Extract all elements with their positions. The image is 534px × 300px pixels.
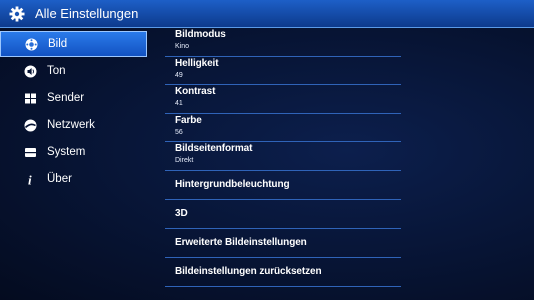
settings-panel: Bild Ton Sender Netzwerk System i Über B…	[0, 28, 534, 300]
setting-value: 49	[175, 71, 183, 79]
setting-value: Direkt	[175, 157, 194, 164]
svg-text:i: i	[28, 173, 32, 186]
setting-bildeinstellungen-zuruecksetzen[interactable]: Bildeinstellungen zurücksetzen	[165, 258, 401, 287]
sidebar-item-ueber[interactable]: i Über	[0, 166, 147, 192]
sidebar-item-label: Über	[47, 173, 72, 185]
setting-label: Hintergrundbeleuchtung	[175, 179, 290, 190]
sidebar-item-label: Ton	[47, 65, 66, 77]
info-icon: i	[23, 172, 37, 186]
picture-settings-icon	[24, 37, 38, 51]
gear-icon	[9, 6, 25, 22]
setting-label: Bildmodus	[175, 29, 226, 40]
setting-label: Kontrast	[175, 86, 216, 97]
sidebar-item-ton[interactable]: Ton	[0, 58, 147, 84]
sidebar-item-label: System	[47, 146, 86, 158]
sidebar-item-label: Sender	[47, 92, 85, 104]
page-title: Alle Einstellungen	[35, 6, 139, 21]
sidebar-item-bild[interactable]: Bild	[0, 31, 147, 57]
setting-label: Farbe	[175, 114, 202, 126]
setting-label: Bildseitenformat	[175, 143, 253, 154]
setting-3d[interactable]: 3D	[165, 200, 401, 229]
title-bar: Alle Einstellungen	[0, 0, 534, 28]
setting-label: 3D	[175, 208, 188, 219]
system-icon	[23, 145, 37, 159]
sidebar: Bild Ton Sender Netzwerk System i Über	[0, 31, 147, 193]
setting-farbe[interactable]: Farbe 56	[165, 114, 401, 142]
setting-kontrast[interactable]: Kontrast 41	[165, 85, 401, 114]
setting-label: Helligkeit	[175, 57, 219, 69]
sidebar-item-system[interactable]: System	[0, 139, 147, 165]
setting-hintergrundbeleuchtung[interactable]: Hintergrundbeleuchtung	[165, 171, 401, 200]
sidebar-item-netzwerk[interactable]: Netzwerk	[0, 112, 147, 138]
sidebar-item-label: Bild	[48, 38, 68, 50]
settings-list: Bildmodus Kino Helligkeit 49 Kontrast 41…	[165, 28, 401, 287]
channel-grid-icon	[23, 91, 37, 105]
setting-bildseitenformat[interactable]: Bildseitenformat Direkt	[165, 142, 401, 171]
setting-value: 41	[175, 100, 183, 107]
setting-label: Erweiterte Bildeinstellungen	[175, 237, 307, 248]
setting-label: Bildeinstellungen zurücksetzen	[175, 266, 322, 277]
setting-helligkeit[interactable]: Helligkeit 49	[165, 57, 401, 85]
sidebar-item-label: Netzwerk	[47, 119, 95, 131]
setting-erweiterte-bildeinstellungen[interactable]: Erweiterte Bildeinstellungen	[165, 229, 401, 258]
globe-icon	[23, 118, 37, 132]
setting-bildmodus[interactable]: Bildmodus Kino	[165, 28, 401, 57]
setting-value: 56	[175, 128, 183, 136]
setting-value: Kino	[175, 43, 190, 50]
speaker-icon	[23, 64, 37, 78]
sidebar-item-sender[interactable]: Sender	[0, 85, 147, 111]
